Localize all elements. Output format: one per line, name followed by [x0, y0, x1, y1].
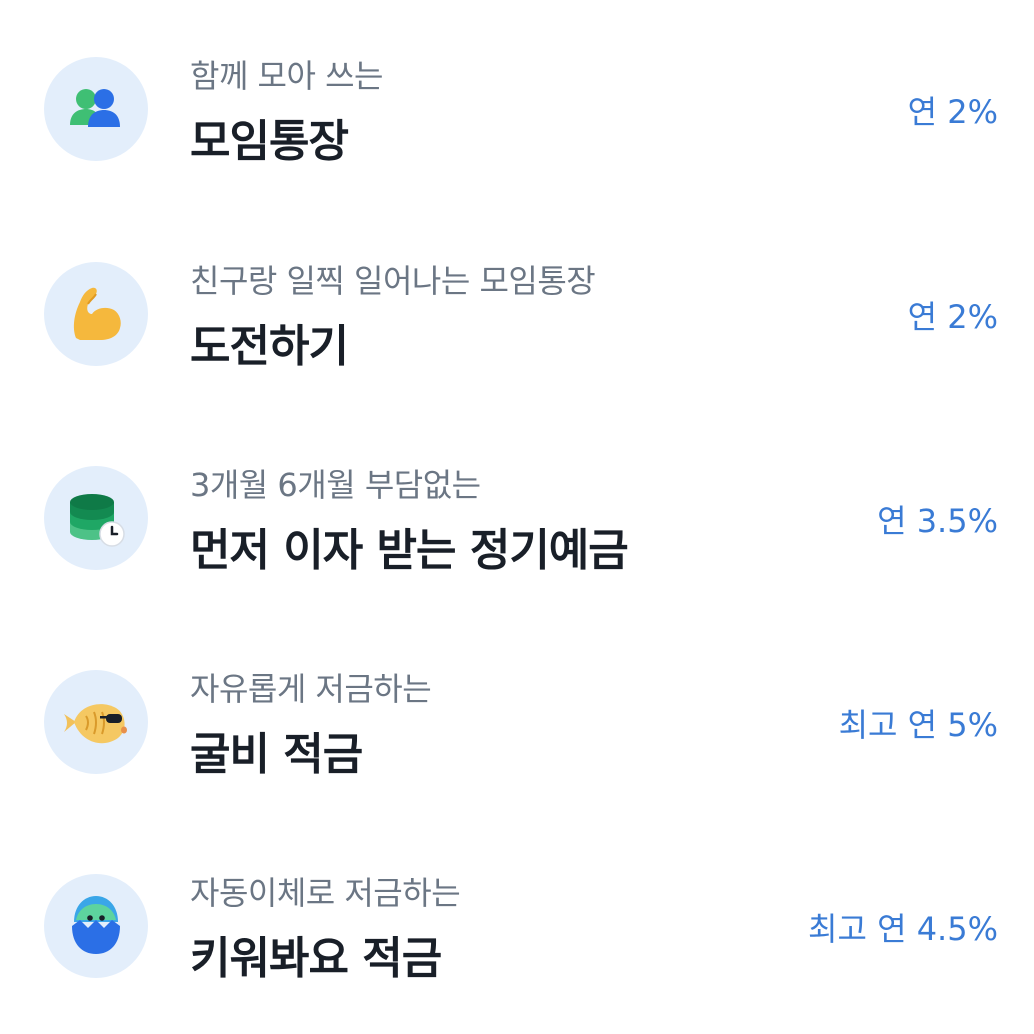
product-subtitle: 함께 모아 쓰는: [190, 57, 383, 95]
interest-rate: 최고 연 4.5%: [808, 910, 998, 948]
product-icon-container: [44, 57, 148, 161]
interest-rate: 연 2%: [907, 298, 998, 336]
flexed-bicep-icon: [73, 287, 121, 340]
product-title: 굴비 적금: [190, 729, 363, 780]
product-row-group-account[interactable]: 함께 모아 쓰는 모임통장 연 2%: [0, 35, 1034, 185]
product-subtitle: 친구랑 일찍 일어나는 모임통장: [190, 262, 596, 300]
people-group-icon: [70, 89, 120, 127]
product-subtitle: 자유롭게 저금하는: [190, 670, 432, 708]
hatching-egg-icon: [72, 896, 120, 954]
product-icon-container: [44, 466, 148, 570]
savings-product-list: 함께 모아 쓰는 모임통장 연 2% 친구랑 일찍 일어나는 모임통장 도전하기…: [0, 0, 1034, 1034]
product-row-challenge[interactable]: 친구랑 일찍 일어나는 모임통장 도전하기 연 2%: [0, 240, 1034, 390]
interest-rate: 연 3.5%: [877, 502, 998, 540]
interest-rate: 최고 연 5%: [838, 706, 998, 744]
product-icon-container: [44, 262, 148, 366]
product-title: 먼저 이자 받는 정기예금: [190, 525, 629, 576]
interest-rate: 연 2%: [907, 93, 998, 131]
product-row-prepaid-deposit[interactable]: 3개월 6개월 부담없는 먼저 이자 받는 정기예금 연 3.5%: [0, 444, 1034, 594]
product-title: 키워봐요 적금: [190, 933, 442, 984]
product-subtitle: 자동이체로 저금하는: [190, 874, 461, 912]
product-subtitle: 3개월 6개월 부담없는: [190, 466, 481, 504]
product-row-gulbi-savings[interactable]: 자유롭게 저금하는 굴비 적금 최고 연 5%: [0, 648, 1034, 798]
product-title: 모임통장: [190, 116, 349, 167]
product-row-kiwobwayo-savings[interactable]: 자동이체로 저금하는 키워봐요 적금 최고 연 4.5%: [0, 852, 1034, 1002]
coin-stack-clock-icon: [70, 494, 125, 547]
product-icon-container: [44, 670, 148, 774]
product-title: 도전하기: [190, 321, 349, 372]
product-icon-container: [44, 874, 148, 978]
fish-sunglasses-icon: [64, 704, 127, 744]
